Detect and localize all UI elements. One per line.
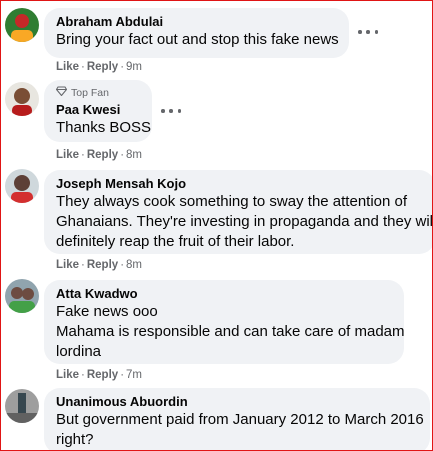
reply-button[interactable]: Reply xyxy=(87,149,118,161)
commenter-name[interactable]: Abraham Abdulai xyxy=(56,14,337,30)
comment-time: 8m xyxy=(126,259,143,271)
reply-button[interactable]: Reply xyxy=(87,61,118,73)
like-button[interactable]: Like xyxy=(56,61,79,73)
comment-bubble: Unanimous Abuordin But government paid f… xyxy=(44,388,430,450)
diamond-icon xyxy=(55,86,68,100)
reply-button[interactable]: Reply xyxy=(87,369,118,381)
comment-time: 9m xyxy=(126,61,143,73)
comment-time: 7m xyxy=(126,369,143,381)
comment-bubble: Joseph Mensah Kojo They always cook some… xyxy=(44,170,433,254)
comment-actions: Like · Reply · 8m xyxy=(56,149,143,161)
more-options-icon[interactable] xyxy=(358,26,378,38)
comment-text: They always cook something to sway the a… xyxy=(56,193,433,250)
comment-actions: Like · Reply · 8m xyxy=(56,259,143,271)
comment-actions: Like · Reply · 7m xyxy=(56,369,143,381)
comment-bubble: Top Fan Paa Kwesi Thanks BOSS xyxy=(44,80,152,142)
comments-panel: Abraham Abdulai Bring your fact out and … xyxy=(0,0,433,451)
like-button[interactable]: Like xyxy=(56,369,79,381)
comment-time: 8m xyxy=(126,149,143,161)
commenter-name[interactable]: Atta Kwadwo xyxy=(56,286,392,302)
avatar[interactable] xyxy=(5,169,39,203)
commenter-name[interactable]: Unanimous Abuordin xyxy=(56,394,418,410)
reply-button[interactable]: Reply xyxy=(87,259,118,271)
comment-text: Fake news ooo Mahama is responsible and … xyxy=(56,303,405,360)
comment-actions: Like · Reply · 9m xyxy=(56,61,143,73)
top-fan-badge: Top Fan xyxy=(55,86,140,100)
avatar[interactable] xyxy=(5,389,39,423)
comment-text: Bring your fact out and stop this fake n… xyxy=(56,31,339,48)
comment-bubble: Atta Kwadwo Fake news ooo Mahama is resp… xyxy=(44,280,405,364)
commenter-name[interactable]: Joseph Mensah Kojo xyxy=(56,176,423,192)
more-options-icon[interactable] xyxy=(161,105,181,117)
comment-bubble: Abraham Abdulai Bring your fact out and … xyxy=(44,8,349,58)
avatar[interactable] xyxy=(5,8,39,42)
like-button[interactable]: Like xyxy=(56,259,79,271)
avatar[interactable] xyxy=(5,279,39,313)
avatar[interactable] xyxy=(5,82,39,116)
comment-text: But government paid from January 2012 to… xyxy=(56,411,424,448)
commenter-name[interactable]: Paa Kwesi xyxy=(56,102,140,118)
comment-text: Thanks BOSS xyxy=(56,119,152,136)
like-button[interactable]: Like xyxy=(56,149,79,161)
